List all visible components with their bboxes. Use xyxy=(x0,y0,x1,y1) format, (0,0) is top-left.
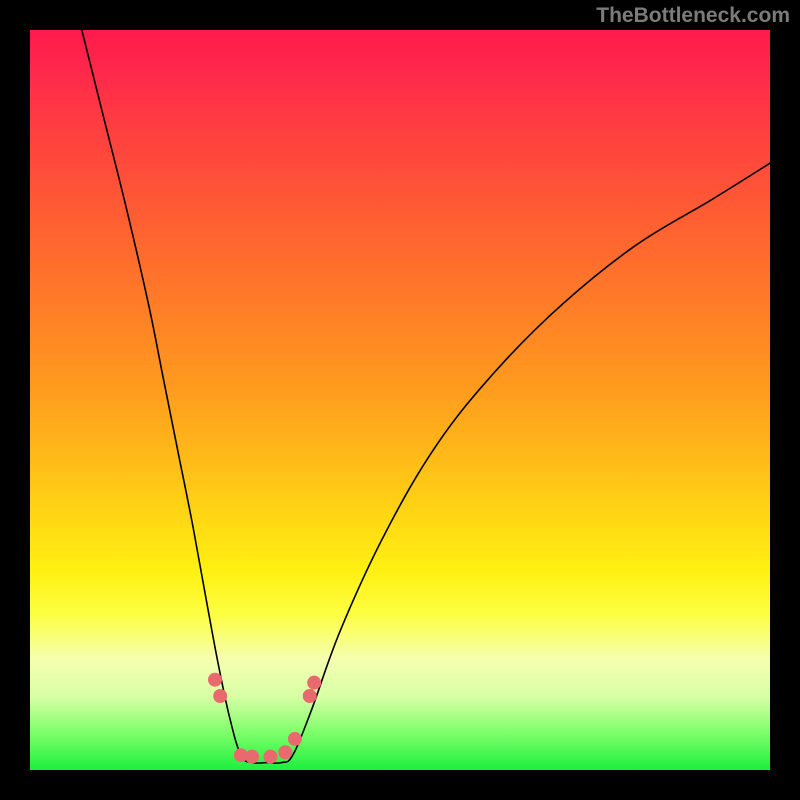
highlight-dot xyxy=(303,689,317,703)
highlight-dot xyxy=(307,676,321,690)
chart-svg xyxy=(30,30,770,770)
highlight-dot xyxy=(264,750,278,764)
chart-stage: TheBottleneck.com xyxy=(0,0,800,800)
curve-path xyxy=(82,30,770,763)
branding-watermark: TheBottleneck.com xyxy=(596,4,790,28)
highlight-dot xyxy=(213,689,227,703)
highlight-dot xyxy=(278,745,292,759)
highlight-dot xyxy=(208,673,222,687)
highlight-dots xyxy=(208,673,321,764)
plot-area xyxy=(30,30,770,770)
highlight-dot xyxy=(288,732,302,746)
highlight-dot xyxy=(245,750,259,764)
